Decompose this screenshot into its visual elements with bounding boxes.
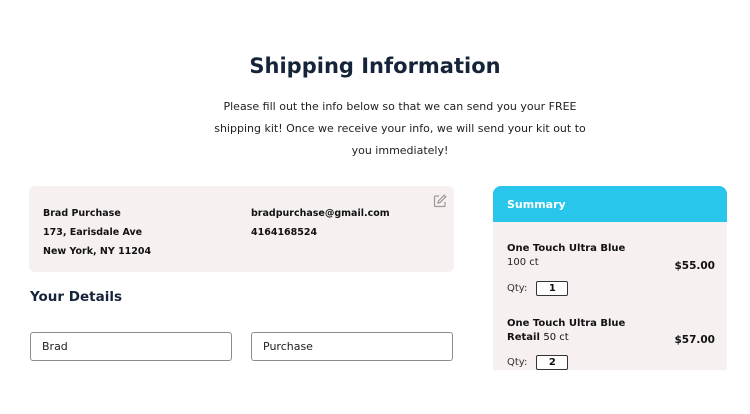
first-name-input[interactable] [30,332,232,361]
qty-label: Qty: [507,283,528,294]
summary-header: Summary [493,186,727,222]
address-block: Brad Purchase 173, Earisdale Ave New Yor… [43,204,151,261]
intro-text: Please fill out the info below so that w… [210,96,590,162]
your-details-heading: Your Details [30,289,122,305]
intro-line: you immediately! [351,144,449,157]
customer-email: bradpurchase@gmail.com [251,208,390,219]
customer-name: Brad Purchase [43,208,121,219]
street-address: 173, Earisdale Ave [43,227,143,238]
quantity-row: Qty: 2 [507,355,569,370]
summary-item: One Touch Ultra Blue Retail 50 ct $57.00… [507,317,721,370]
quantity-field[interactable]: 2 [536,355,569,370]
last-name-input[interactable] [251,332,453,361]
item-price: $55.00 [674,260,715,272]
intro-line: shipping kit! Once we receive your info,… [214,122,586,135]
page-title: Shipping Information [249,54,501,78]
item-name: One Touch Ultra Blue [507,243,626,254]
qty-label: Qty: [507,357,528,368]
edit-icon[interactable] [432,193,448,209]
shipping-address-card: Brad Purchase 173, Earisdale Ave New Yor… [29,186,454,272]
city-state-zip: New York, NY 11204 [43,246,152,257]
intro-line: Please fill out the info below so that w… [223,100,577,113]
item-price: $57.00 [674,334,715,346]
order-summary-panel: Summary One Touch Ultra Blue 100 ct $55.… [493,186,727,370]
quantity-field[interactable]: 1 [536,281,569,296]
contact-block: bradpurchase@gmail.com 4164168524 [251,204,390,242]
summary-item: One Touch Ultra Blue 100 ct $55.00 Qty: … [507,242,721,296]
item-name: One Touch Ultra Blue Retail 50 ct [507,318,626,343]
quantity-row: Qty: 1 [507,281,569,296]
customer-phone: 4164168524 [251,227,318,238]
